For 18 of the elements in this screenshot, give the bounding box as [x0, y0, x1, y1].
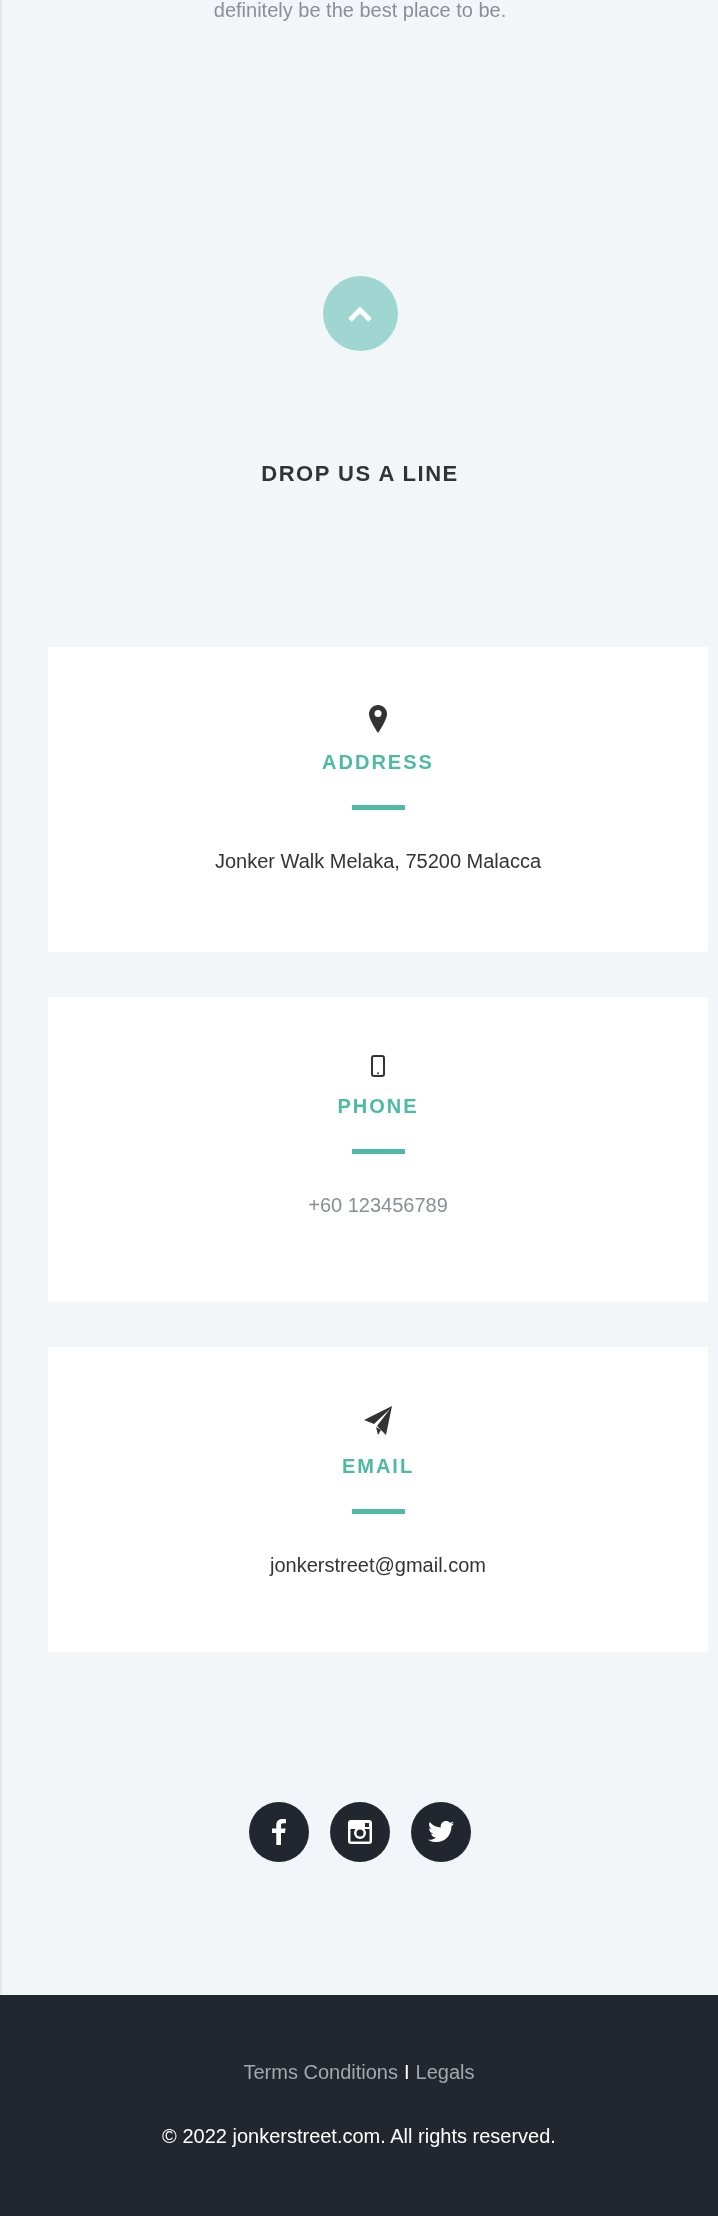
map-pin-icon [369, 705, 387, 734]
link-separator: I [404, 2060, 410, 2085]
contact-detail: Jonker Walk Melaka, 75200 Malacca [214, 849, 542, 875]
section-heading: DROP US A LINE [261, 461, 459, 488]
footer-link[interactable]: Terms Conditions [243, 2057, 398, 2087]
card-title: EMAIL [341, 1454, 415, 1480]
contact-detail: jonkerstreet@gmail.com [270, 1553, 486, 1579]
intro-text: definitely be the best place to be. [213, 0, 507, 20]
contact-detail: +60 123456789 [308, 1193, 448, 1219]
card-title: PHONE [337, 1094, 419, 1120]
chevron-up-icon [347, 304, 373, 323]
camera-icon [348, 1820, 372, 1845]
footer-link[interactable]: Legals [415, 2057, 475, 2087]
bird-icon [428, 1821, 454, 1844]
copyright-text: © 2022 jonkerstreet.com. All rights reserved. [162, 2124, 556, 2149]
card-title: ADDRESS [322, 750, 434, 776]
facebook-icon [272, 1819, 286, 1846]
smartphone-icon [371, 1055, 385, 1078]
